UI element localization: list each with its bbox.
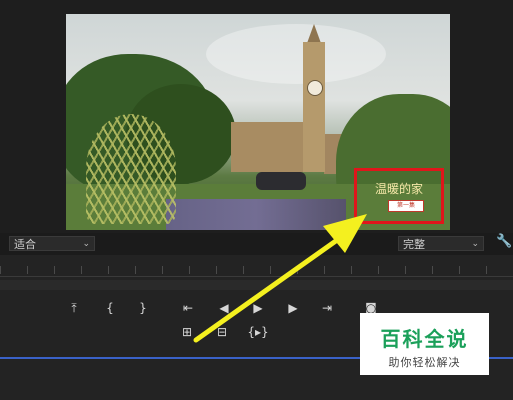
- watermark-title: 百科全说: [380, 327, 469, 351]
- watermark-subtitle: 助你轻松解决: [388, 356, 461, 369]
- watermark-badge: 百科全说 助你轻松解决: [360, 313, 489, 375]
